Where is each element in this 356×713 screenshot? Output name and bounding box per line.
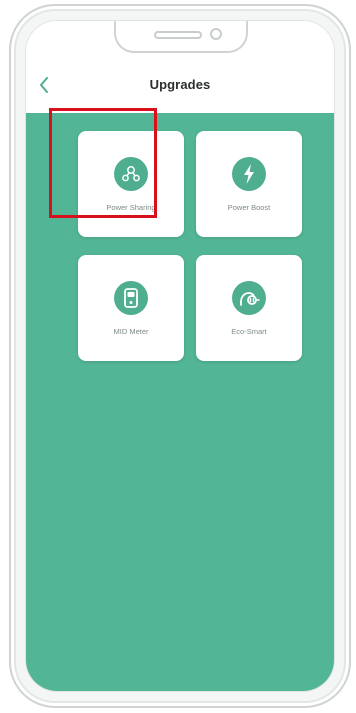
page-title: Upgrades xyxy=(149,77,211,92)
tile-label: Power Sharing xyxy=(106,203,156,212)
lightning-bolt-icon xyxy=(232,157,266,191)
speaker-grille xyxy=(154,31,202,39)
tile-power-sharing[interactable]: Power Sharing xyxy=(78,131,184,237)
tile-eco-smart[interactable]: Eco-Smart xyxy=(196,255,302,361)
upgrades-grid: Power Sharing Power Boost MID Meter Eco-… xyxy=(26,113,334,691)
power-sharing-icon xyxy=(114,157,148,191)
screenshot-canvas: Upgrades Power Sharing Power Boost MID M… xyxy=(0,0,356,713)
tile-label: Power Boost xyxy=(227,203,271,212)
tile-label: Eco-Smart xyxy=(231,327,267,336)
meter-icon xyxy=(114,281,148,315)
tile-label: MID Meter xyxy=(113,327,149,336)
tile-mid-meter[interactable]: MID Meter xyxy=(78,255,184,361)
phone-notch xyxy=(114,21,248,53)
eco-smart-plug-icon xyxy=(232,281,266,315)
phone-screen: Upgrades Power Sharing Power Boost MID M… xyxy=(25,20,335,692)
front-camera xyxy=(210,28,222,40)
tile-power-boost[interactable]: Power Boost xyxy=(196,131,302,237)
